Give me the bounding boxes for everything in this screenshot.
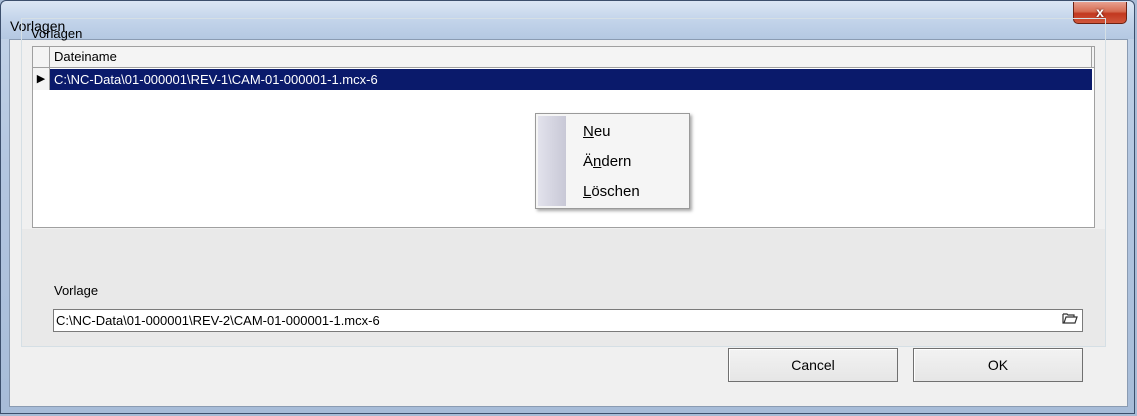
table-row[interactable]: ▶ C:\NC-Data\01-000001\REV-1\CAM-01-0000…	[33, 68, 1094, 90]
current-row-arrow-icon[interactable]: ▶	[33, 68, 50, 90]
ok-button[interactable]: OK	[913, 348, 1083, 382]
context-menu: Neu Ändern Löschen	[535, 113, 690, 209]
context-menu-gutter	[538, 116, 566, 206]
menu-item-neu[interactable]: Neu	[583, 122, 611, 142]
menu-item-loeschen[interactable]: Löschen	[583, 182, 640, 202]
table-cell-dateiname[interactable]: C:\NC-Data\01-000001\REV-1\CAM-01-000001…	[50, 69, 1092, 90]
folder-open-icon[interactable]	[1060, 311, 1080, 330]
folder-open-glyph	[1062, 313, 1078, 324]
grid-header: Dateiname	[33, 47, 1094, 68]
vorlage-label: Vorlage	[54, 283, 99, 298]
menu-item-aendern[interactable]: Ändern	[583, 152, 631, 172]
column-header-dateiname[interactable]: Dateiname	[50, 47, 1092, 67]
vorlage-path-field[interactable]	[53, 309, 1083, 332]
vorlage-path-input[interactable]	[56, 311, 1046, 330]
grid-corner-cell[interactable]	[33, 47, 50, 67]
vorlagen-group-label: Vorlagen	[31, 26, 83, 41]
cancel-button[interactable]: Cancel	[728, 348, 898, 382]
